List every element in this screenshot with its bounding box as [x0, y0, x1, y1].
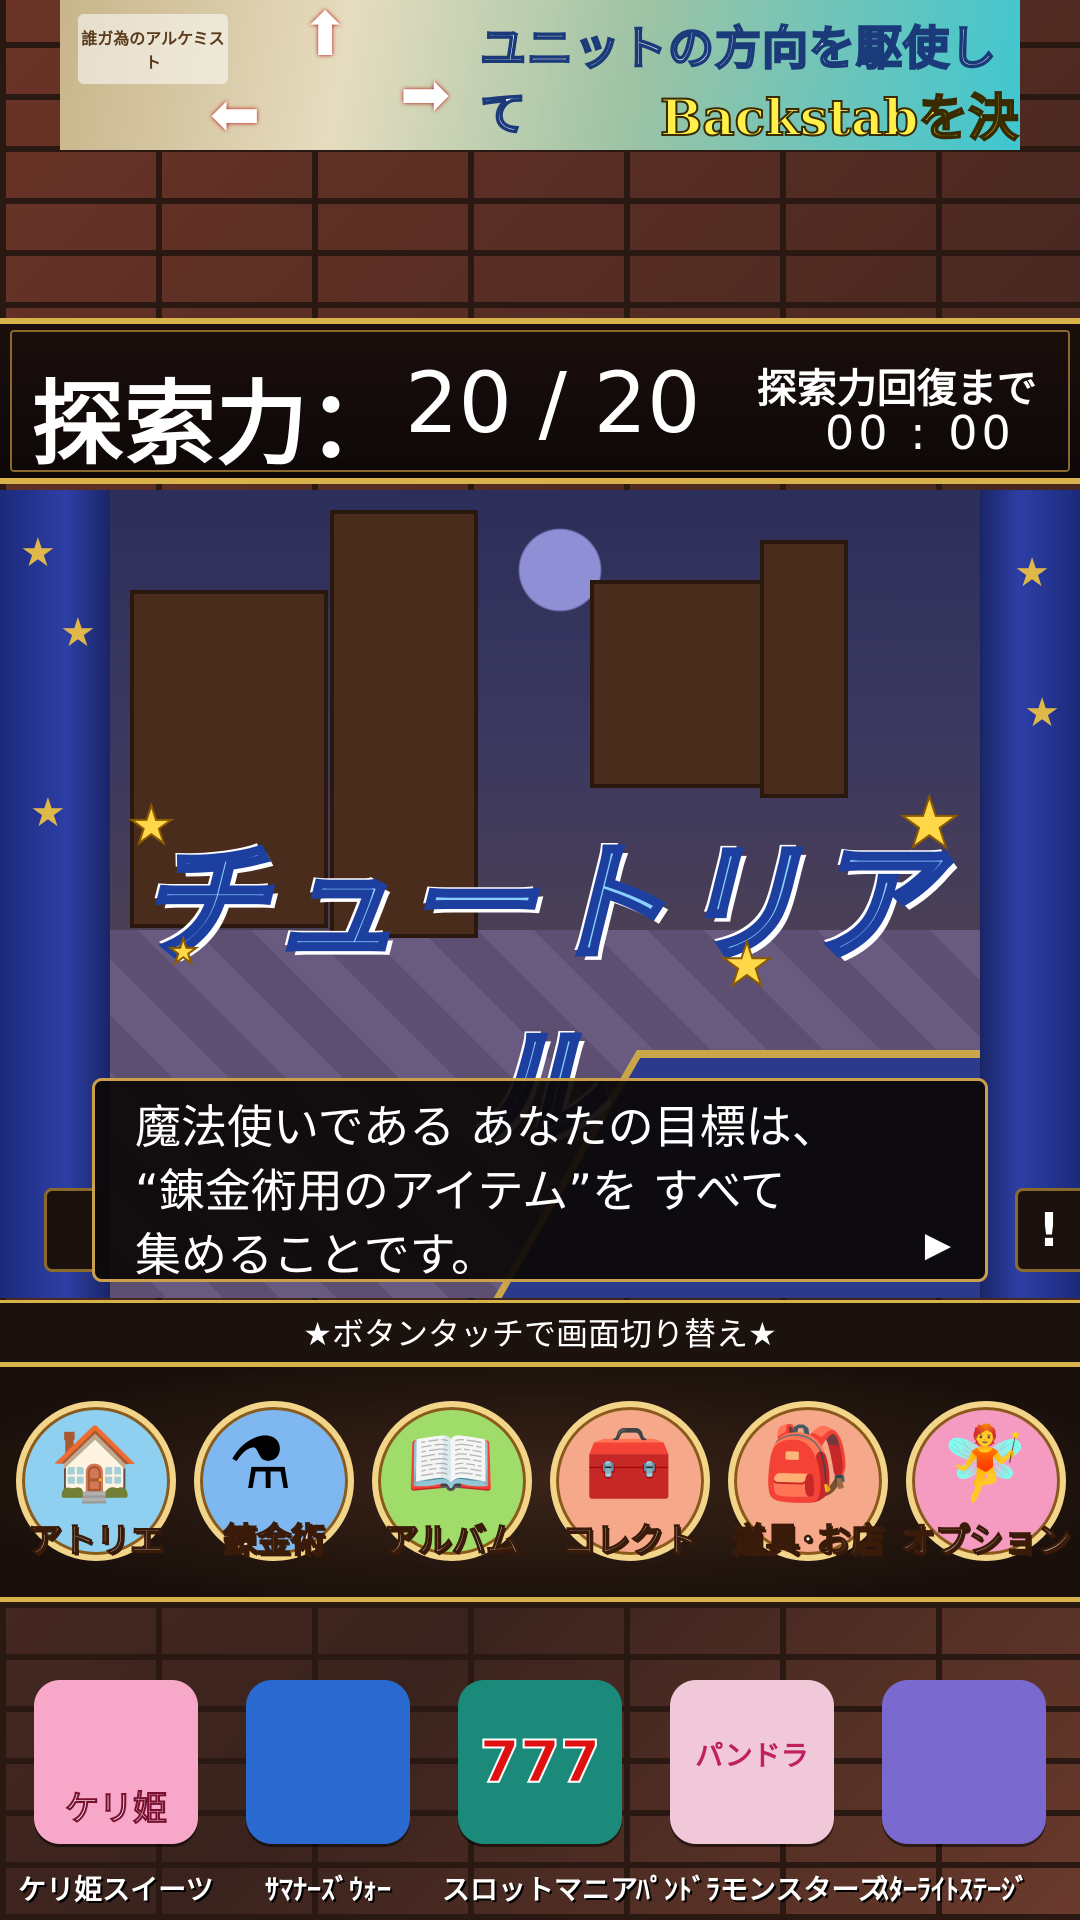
- chest-icon: 🧰: [584, 1421, 674, 1505]
- app-name: ｽﾀｰﾗｲﾄｽﾃｰｼﾞ: [874, 1873, 1029, 1906]
- grandfather-clock: [760, 540, 848, 798]
- menu-collect-button[interactable]: 🧰 コレクト: [544, 1401, 716, 1573]
- arrow-left-icon: ⬅: [210, 80, 261, 150]
- menu-label: 道具･お店: [731, 1520, 886, 1562]
- stamina-value: 20 / 20: [405, 354, 701, 452]
- side-tab-left[interactable]: [44, 1188, 97, 1272]
- app-name: ケリ姫スイーツ: [18, 1873, 214, 1906]
- stamina-panel: 探索力： 20 / 20 探索力回復まで 00 : 00: [0, 318, 1080, 484]
- app-name: ﾊﾟﾝﾄﾞﾗモンスターズ: [636, 1873, 887, 1906]
- app-icon-label: ケリ姫: [65, 1789, 168, 1830]
- character-icon: 🧚: [940, 1421, 1030, 1505]
- star-icon: ★: [127, 795, 176, 857]
- potion-icon: ⚗: [228, 1421, 293, 1505]
- recover-timer: 00 : 00: [825, 406, 1015, 460]
- house-icon: 🏠: [50, 1421, 140, 1505]
- star-icon: ★: [167, 931, 200, 973]
- menu-album-button[interactable]: 📖 アルバム: [366, 1401, 538, 1573]
- dialog-line: “錬金術用のアイテム”を すべて: [135, 1164, 786, 1218]
- app-icon[interactable]: [882, 1680, 1046, 1844]
- main-menu: 🏠 アトリエ ⚗ 錬金術 📖 アルバム 🧰 コレクト 🎒 道具･お店 🧚 オプシ…: [0, 1362, 1080, 1602]
- menu-atelier-button[interactable]: 🏠 アトリエ: [10, 1401, 182, 1573]
- cabinet: [590, 580, 768, 788]
- dialog-line: 集めることです。: [135, 1228, 498, 1282]
- star-icon: ★: [20, 530, 56, 576]
- app-icon[interactable]: ケリ姫: [34, 1680, 198, 1844]
- banner-logo: 誰ガ為のアルケミスト: [78, 14, 228, 84]
- star-icon: ★: [1014, 550, 1050, 596]
- star-icon: ★: [719, 929, 775, 1001]
- menu-option-button[interactable]: 🧚 オプション: [900, 1401, 1072, 1573]
- arrow-up-icon: ⬆: [300, 0, 351, 70]
- menu-shop-button[interactable]: 🎒 道具･お店: [722, 1401, 894, 1573]
- hint-bar: ★ボタンタッチで画面切り替え★: [0, 1300, 1080, 1365]
- star-icon: ★: [897, 781, 962, 865]
- ad-banner[interactable]: 誰ガ為のアルケミスト ⬆ ⬅ ➡ ユニットの方向を駆使して Backstabを決…: [60, 0, 1020, 150]
- menu-alchemy-button[interactable]: ⚗ 錬金術: [188, 1401, 360, 1573]
- app-icon-label: パンドラ: [695, 1739, 809, 1772]
- banner-subline: Backstabを決めろ: [659, 87, 1019, 148]
- menu-label: アトリエ: [27, 1520, 165, 1562]
- curtain-right: [980, 490, 1080, 1298]
- star-icon: ★: [1024, 690, 1060, 736]
- app-icon-label: 777: [478, 1727, 601, 1797]
- app-name: スロットマニア: [441, 1873, 638, 1906]
- star-icon: ★: [60, 610, 96, 656]
- bag-icon: 🎒: [762, 1421, 852, 1505]
- menu-label: アルバム: [383, 1520, 520, 1562]
- notice-button[interactable]: !: [1015, 1188, 1080, 1272]
- app-icon[interactable]: [246, 1680, 410, 1844]
- stamina-label: 探索力：: [32, 371, 401, 478]
- book-icon: 📖: [406, 1421, 496, 1505]
- star-icon: ★: [30, 790, 66, 836]
- next-arrow-icon[interactable]: ▶: [925, 1225, 951, 1265]
- menu-label: オプション: [900, 1520, 1072, 1562]
- app-name: ｻﾏﾅｰｽﾞｳｫｰ: [264, 1873, 391, 1906]
- dialog-line: 魔法使いである あなたの目標は、: [135, 1100, 838, 1154]
- tutorial-dialog[interactable]: 魔法使いである あなたの目標は、 “錬金術用のアイテム”を すべて 集めることで…: [92, 1078, 988, 1282]
- menu-label: 錬金術: [222, 1520, 326, 1562]
- menu-label: コレクト: [561, 1520, 699, 1562]
- app-icon[interactable]: 777: [458, 1680, 622, 1844]
- promo-apps: ケリ姫 ケリ姫スイーツ ｻﾏﾅｰｽﾞｳｫｰ 777 スロットマニア パンドラ ﾊ…: [0, 1668, 1080, 1920]
- arrow-right-icon: ➡: [400, 60, 451, 130]
- app-icon[interactable]: パンドラ: [670, 1680, 834, 1844]
